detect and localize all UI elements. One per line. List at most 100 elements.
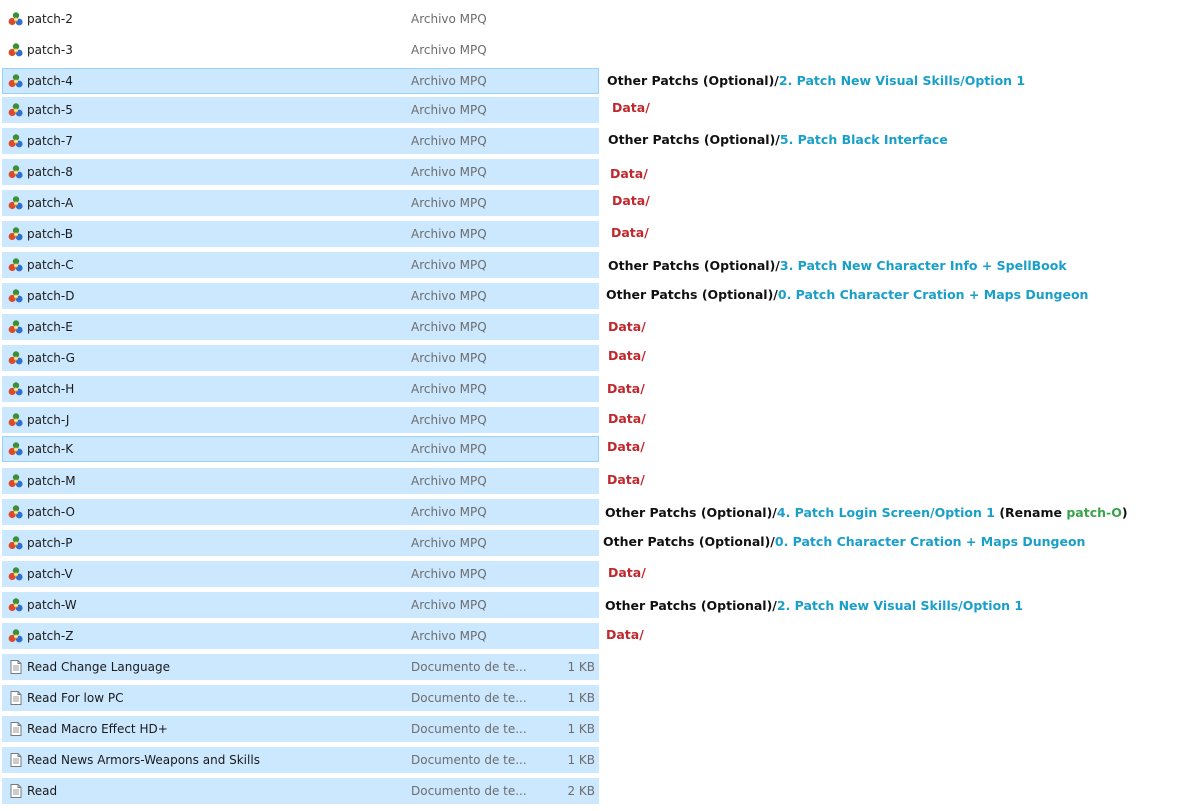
mpq-file-icon bbox=[8, 226, 24, 242]
file-type: Archivo MPQ bbox=[411, 598, 487, 612]
file-row[interactable]: Read Macro Effect HD+ Documento de te... 1… bbox=[2, 716, 599, 742]
text-document-icon bbox=[8, 752, 24, 768]
file-row[interactable]: patch-O Archivo MPQ bbox=[2, 499, 599, 525]
file-row[interactable]: patch-4 Archivo MPQ bbox=[2, 68, 599, 94]
file-row[interactable]: patch-P Archivo MPQ bbox=[2, 530, 599, 556]
file-row[interactable]: patch-J Archivo MPQ bbox=[2, 407, 599, 433]
file-type: Documento de te... bbox=[411, 784, 527, 798]
file-row[interactable]: patch-M Archivo MPQ bbox=[2, 468, 599, 494]
annotation-part: Data/ bbox=[611, 225, 649, 240]
mpq-file-icon bbox=[8, 288, 24, 304]
file-row[interactable]: patch-Z Archivo MPQ bbox=[2, 623, 599, 649]
file-type: Documento de te... bbox=[411, 691, 527, 705]
annotation-part: (Rename bbox=[994, 505, 1067, 520]
file-type: Archivo MPQ bbox=[411, 382, 487, 396]
mpq-file-icon bbox=[8, 257, 24, 273]
annotation-part: Other Patchs (Optional)/ bbox=[603, 534, 775, 549]
file-size: 1 KB bbox=[567, 660, 595, 674]
file-row[interactable]: patch-2 Archivo MPQ bbox=[2, 6, 599, 32]
file-type: Archivo MPQ bbox=[411, 196, 487, 210]
file-name: patch-D bbox=[27, 289, 75, 303]
file-row[interactable]: Read For low PC Documento de te... 1 KB bbox=[2, 685, 599, 711]
mpq-file-icon bbox=[8, 597, 24, 613]
mpq-file-icon bbox=[8, 628, 24, 644]
text-document-icon bbox=[8, 783, 24, 799]
annotation-part: Other Patchs (Optional)/ bbox=[608, 132, 780, 147]
mpq-file-icon bbox=[8, 381, 24, 397]
file-name: patch-A bbox=[27, 196, 74, 210]
file-name: patch-8 bbox=[27, 165, 73, 179]
annotation-part: Other Patchs (Optional)/ bbox=[608, 258, 780, 273]
annotation-part: Other Patchs (Optional)/ bbox=[607, 73, 779, 88]
file-row[interactable]: patch-3 Archivo MPQ bbox=[2, 37, 599, 63]
file-row[interactable]: patch-7 Archivo MPQ bbox=[2, 128, 599, 154]
file-name: patch-7 bbox=[27, 134, 73, 148]
mpq-file-icon bbox=[8, 102, 24, 118]
annotation-part: Data/ bbox=[607, 381, 645, 396]
annotation-text: Data/ bbox=[607, 381, 645, 396]
mpq-file-icon bbox=[8, 133, 24, 149]
file-row[interactable]: patch-8 Archivo MPQ bbox=[2, 159, 599, 185]
file-row[interactable]: patch-A Archivo MPQ bbox=[2, 190, 599, 216]
annotation-part: Data/ bbox=[610, 166, 648, 181]
annotation-text: Other Patchs (Optional)/3. Patch New Cha… bbox=[608, 258, 1067, 273]
annotation-text: Data/ bbox=[606, 627, 644, 642]
annotation-part: Data/ bbox=[607, 439, 645, 454]
file-name: patch-M bbox=[27, 474, 76, 488]
annotation-part: Data/ bbox=[607, 472, 645, 487]
file-size: 1 KB bbox=[567, 691, 595, 705]
annotation-part: Other Patchs (Optional)/ bbox=[606, 287, 778, 302]
file-type: Archivo MPQ bbox=[411, 351, 487, 365]
file-name: patch-G bbox=[27, 351, 75, 365]
file-row[interactable]: patch-K Archivo MPQ bbox=[2, 436, 599, 462]
file-row[interactable]: patch-D Archivo MPQ bbox=[2, 283, 599, 309]
file-type: Archivo MPQ bbox=[411, 505, 487, 519]
annotation-part: 0. Patch Character Cration + Maps Dungeo… bbox=[774, 534, 1086, 549]
file-row[interactable]: patch-C Archivo MPQ bbox=[2, 252, 599, 278]
file-name: patch-C bbox=[27, 258, 74, 272]
file-type: Archivo MPQ bbox=[411, 103, 487, 117]
file-name: patch-E bbox=[27, 320, 73, 334]
mpq-file-icon bbox=[8, 412, 24, 428]
annotation-part: Data/ bbox=[608, 411, 646, 426]
file-row[interactable]: patch-W Archivo MPQ bbox=[2, 592, 599, 618]
annotation-text: Other Patchs (Optional)/5. Patch Black I… bbox=[608, 132, 948, 147]
text-document-icon bbox=[8, 659, 24, 675]
file-row[interactable]: patch-E Archivo MPQ bbox=[2, 314, 599, 340]
annotation-part: Data/ bbox=[612, 193, 650, 208]
file-type: Archivo MPQ bbox=[411, 474, 487, 488]
file-row[interactable]: patch-H Archivo MPQ bbox=[2, 376, 599, 402]
file-size: 2 KB bbox=[567, 784, 595, 798]
file-type: Archivo MPQ bbox=[411, 320, 487, 334]
annotation-part: Data/ bbox=[608, 565, 646, 580]
mpq-file-icon bbox=[8, 441, 24, 457]
file-name: Read News Armors-Weapons and Skills bbox=[27, 753, 260, 767]
file-type: Archivo MPQ bbox=[411, 258, 487, 272]
file-row[interactable]: Read Documento de te... 2 KB bbox=[2, 778, 599, 804]
annotation-text: Other Patchs (Optional)/0. Patch Charact… bbox=[603, 534, 1085, 549]
annotation-part: Data/ bbox=[608, 348, 646, 363]
file-type: Archivo MPQ bbox=[411, 413, 487, 427]
file-size: 1 KB bbox=[567, 722, 595, 736]
file-type: Documento de te... bbox=[411, 722, 527, 736]
file-type: Archivo MPQ bbox=[411, 567, 487, 581]
mpq-file-icon bbox=[8, 73, 24, 89]
mpq-file-icon bbox=[8, 350, 24, 366]
file-row[interactable]: Read Change Language Documento de te... 1 … bbox=[2, 654, 599, 680]
file-name: patch-B bbox=[27, 227, 74, 241]
text-document-icon bbox=[8, 690, 24, 706]
file-type: Archivo MPQ bbox=[411, 227, 487, 241]
mpq-file-icon bbox=[8, 42, 24, 58]
annotation-part: Data/ bbox=[606, 627, 644, 642]
file-row[interactable]: patch-G Archivo MPQ bbox=[2, 345, 599, 371]
file-row[interactable]: Read News Armors-Weapons and Skills Docum… bbox=[2, 747, 599, 773]
file-row[interactable]: patch-B Archivo MPQ bbox=[2, 221, 599, 247]
file-name: Read bbox=[27, 784, 58, 798]
file-row[interactable]: patch-V Archivo MPQ bbox=[2, 561, 599, 587]
annotation-part: 2. Patch New Visual Skills/Option 1 bbox=[776, 598, 1024, 613]
mpq-file-icon bbox=[8, 504, 24, 520]
file-type: Archivo MPQ bbox=[411, 289, 487, 303]
file-type: Archivo MPQ bbox=[411, 74, 487, 88]
file-row[interactable]: patch-5 Archivo MPQ bbox=[2, 97, 599, 123]
file-name: patch-4 bbox=[27, 74, 73, 88]
